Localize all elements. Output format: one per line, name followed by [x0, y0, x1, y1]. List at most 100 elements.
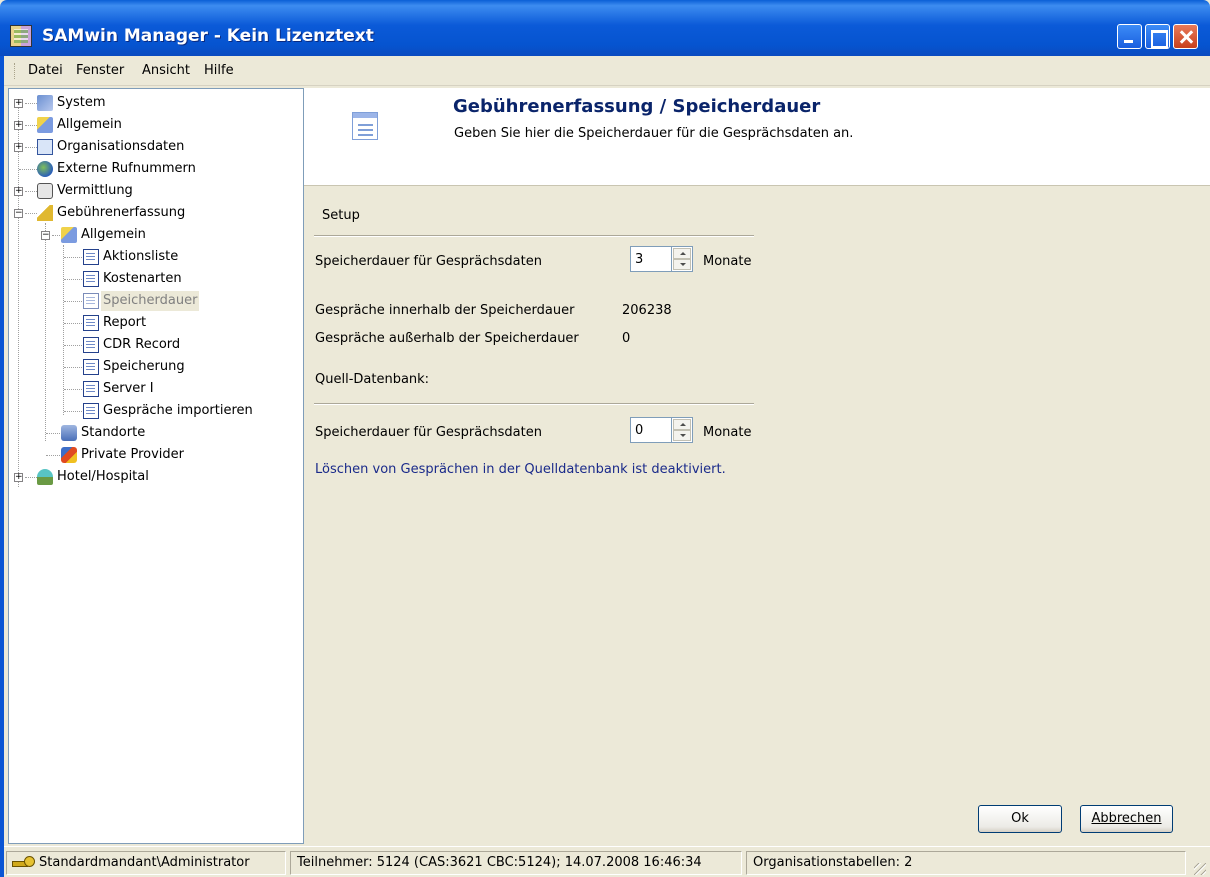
spin-up-button[interactable] [673, 419, 691, 430]
tree-line [64, 411, 82, 412]
resize-grip[interactable] [1194, 863, 1206, 875]
maximize-button[interactable] [1145, 24, 1170, 49]
spin-down-button[interactable] [673, 430, 691, 441]
close-button[interactable] [1173, 24, 1198, 49]
collapse-icon[interactable]: − [14, 209, 23, 218]
retention-spinner[interactable] [630, 246, 694, 272]
retention-unit: Monate [703, 254, 752, 269]
tree-item-gebuehrenerfassung[interactable]: − Gebührenerfassung [13, 203, 293, 223]
inside-retention-value: 206238 [622, 303, 672, 318]
billing-icon [37, 205, 53, 221]
expand-icon[interactable]: + [14, 99, 23, 108]
tree-line [64, 367, 82, 368]
settings-panel: Setup Speicherdauer für Gesprächsdaten M… [304, 187, 1210, 844]
minimize-button[interactable] [1117, 24, 1142, 49]
retention-input[interactable] [630, 246, 672, 272]
expand-icon[interactable]: + [14, 187, 23, 196]
tree-line [64, 389, 82, 390]
tree-item-organisationsdaten[interactable]: + Organisationsdaten [13, 137, 293, 157]
tree-item-externe-rufnummern[interactable]: Externe Rufnummern [13, 159, 293, 179]
tree-item-allgemein[interactable]: + Allgemein [13, 115, 293, 135]
menu-fenster[interactable]: Fenster [76, 63, 124, 78]
tree-label: Private Provider [81, 447, 184, 462]
collapse-icon[interactable]: − [41, 231, 50, 240]
tree-label: Gebührenerfassung [57, 205, 186, 220]
tree-label: Vermittlung [57, 183, 133, 198]
ok-button[interactable]: Ok [978, 805, 1062, 833]
expand-icon[interactable]: + [14, 143, 23, 152]
tree-label: Aktionsliste [103, 249, 179, 264]
form-icon [352, 112, 378, 140]
form-icon [83, 381, 99, 397]
form-icon [83, 315, 99, 331]
tree-item-report[interactable]: Report [13, 313, 293, 333]
tree-item-cdr-record[interactable]: CDR Record [13, 335, 293, 355]
menu-datei[interactable]: Datei [28, 63, 63, 78]
status-tables: Organisationstabellen: 2 [746, 851, 1186, 875]
page-title: Gebührenerfassung / Speicherdauer [453, 96, 821, 117]
tree-label: Speicherung [103, 359, 185, 374]
spin-down-button[interactable] [673, 259, 691, 270]
window-title: SAMwin Manager - Kein Lizenztext [42, 26, 374, 46]
source-retention-label: Speicherdauer für Gesprächsdaten [315, 425, 542, 440]
source-section-label: Quell-Datenbank: [315, 372, 430, 387]
source-retention-unit: Monate [703, 425, 752, 440]
tree-item-vermittlung[interactable]: + Vermittlung [13, 181, 293, 201]
title-bar[interactable]: SAMwin Manager - Kein Lizenztext [0, 0, 1210, 56]
tree-line [25, 477, 37, 478]
book-icon [37, 139, 53, 155]
tree-item-system[interactable]: + System [13, 93, 293, 113]
tree-line [19, 169, 37, 170]
tree-item-speicherung[interactable]: Speicherung [13, 357, 293, 377]
source-retention-input[interactable] [630, 417, 672, 443]
tree-item-standorte[interactable]: Standorte [13, 423, 293, 443]
tree-item-kostenarten[interactable]: Kostenarten [13, 269, 293, 289]
tree-item-private-provider[interactable]: Private Provider [13, 445, 293, 465]
expand-icon[interactable]: + [14, 121, 23, 130]
separator [314, 235, 754, 237]
tree-line [64, 301, 82, 302]
spinner-buttons [672, 246, 693, 272]
tree-line [25, 103, 37, 104]
expand-icon[interactable]: + [14, 473, 23, 482]
status-bar: Standardmandant\Administrator Teilnehmer… [4, 846, 1210, 877]
window-frame [0, 56, 4, 877]
tree-label-selected: Speicherdauer [101, 291, 200, 311]
outside-retention-label: Gespräche außerhalb der Speicherdauer [315, 331, 579, 346]
tree-line [64, 279, 82, 280]
tree-label: Server I [103, 381, 154, 396]
wrench-icon [61, 227, 77, 243]
tree-label: Externe Rufnummern [57, 161, 196, 176]
tree-label: Allgemein [57, 117, 122, 132]
wrench-icon [37, 117, 53, 133]
status-participants: Teilnehmer: 5124 (CAS:3621 CBC:5124); 14… [290, 851, 742, 875]
tree-item-server-i[interactable]: Server I [13, 379, 293, 399]
tree-label: CDR Record [103, 337, 181, 352]
tree-item-speicherdauer[interactable]: Speicherdauer [13, 291, 293, 311]
tree-line [25, 147, 37, 148]
cancel-button[interactable]: Abbrechen [1080, 805, 1173, 833]
inside-retention-label: Gespräche innerhalb der Speicherdauer [315, 303, 575, 318]
tree-line [64, 257, 82, 258]
source-retention-spinner[interactable] [630, 417, 694, 443]
setup-section-label: Setup [322, 208, 360, 223]
tree-item-aktionsliste[interactable]: Aktionsliste [13, 247, 293, 267]
menu-hilfe[interactable]: Hilfe [204, 63, 234, 78]
navigation-tree[interactable]: + System + Allgemein + Organisationsdate… [8, 88, 304, 844]
form-icon [83, 249, 99, 265]
form-icon [83, 271, 99, 287]
tree-item-gespraeche-importieren[interactable]: Gespräche importieren [13, 401, 293, 421]
spin-up-button[interactable] [673, 248, 691, 259]
source-deletion-info: Löschen von Gesprächen in der Quelldaten… [315, 462, 726, 477]
menu-ansicht[interactable]: Ansicht [142, 63, 190, 78]
form-icon [83, 359, 99, 375]
page-subtitle: Geben Sie hier die Speicherdauer für die… [454, 126, 854, 141]
outside-retention-value: 0 [622, 331, 631, 346]
form-icon [83, 337, 99, 353]
tree-label: Hotel/Hospital [57, 469, 149, 484]
tree-label: Organisationsdaten [57, 139, 185, 154]
key-icon [12, 856, 35, 870]
tree-item-hotel-hospital[interactable]: + Hotel/Hospital [13, 467, 293, 487]
tree-item-gebuehren-allgemein[interactable]: − Allgemein [13, 225, 293, 245]
status-user: Standardmandant\Administrator [6, 851, 286, 875]
